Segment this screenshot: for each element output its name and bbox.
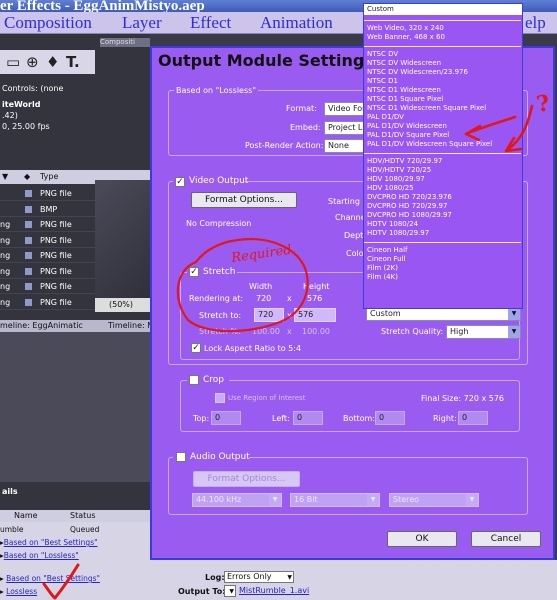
annotation-checkmark <box>42 563 80 600</box>
annotation-arrow-2 <box>504 104 534 153</box>
annotation-required-text: Required <box>229 243 292 266</box>
annotation-layer: Required ? <box>42 90 552 600</box>
annotation-question-mark: ? <box>535 90 552 118</box>
annotation-arrow-1 <box>464 115 517 142</box>
